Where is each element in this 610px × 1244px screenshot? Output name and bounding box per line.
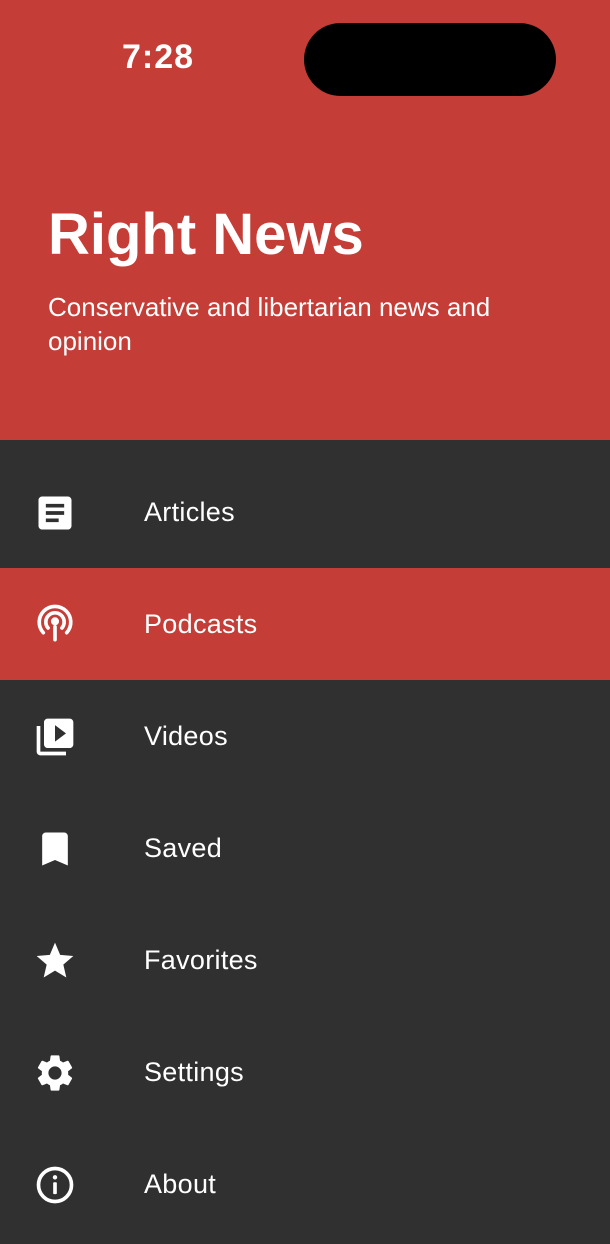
- article-icon: [33, 491, 77, 535]
- navigation-drawer: 7:28 Right News Conservative and liberta…: [0, 0, 610, 1244]
- app-subtitle: Conservative and libertarian news and op…: [48, 292, 491, 356]
- gear-icon: [33, 1051, 77, 1095]
- drawer-menu: Articles Podcasts Videos Saved Favorites…: [0, 456, 610, 1240]
- podcast-icon: [33, 603, 77, 647]
- menu-item-label: Favorites: [144, 945, 258, 975]
- menu-item-label: Videos: [144, 721, 228, 751]
- menu-item-label: Articles: [144, 497, 235, 527]
- video-library-icon: [33, 715, 77, 759]
- drawer-header: 7:28 Right News Conservative and liberta…: [0, 0, 610, 440]
- status-time: 7:28: [122, 38, 195, 76]
- app-title: Right News: [48, 202, 364, 267]
- menu-item-articles[interactable]: Articles: [0, 456, 610, 568]
- menu-item-settings[interactable]: Settings: [0, 1016, 610, 1128]
- star-icon: [33, 939, 77, 983]
- dynamic-island: [304, 23, 556, 96]
- menu-item-saved[interactable]: Saved: [0, 792, 610, 904]
- menu-item-favorites[interactable]: Favorites: [0, 904, 610, 1016]
- info-icon: [33, 1163, 77, 1207]
- bookmark-icon: [33, 827, 77, 871]
- menu-item-label: Settings: [144, 1057, 244, 1087]
- menu-item-about[interactable]: About: [0, 1128, 610, 1240]
- menu-item-label: Saved: [144, 833, 223, 863]
- menu-item-label: Podcasts: [144, 609, 258, 639]
- menu-item-label: About: [144, 1169, 217, 1199]
- menu-item-videos[interactable]: Videos: [0, 680, 610, 792]
- menu-item-podcasts[interactable]: Podcasts: [0, 568, 610, 680]
